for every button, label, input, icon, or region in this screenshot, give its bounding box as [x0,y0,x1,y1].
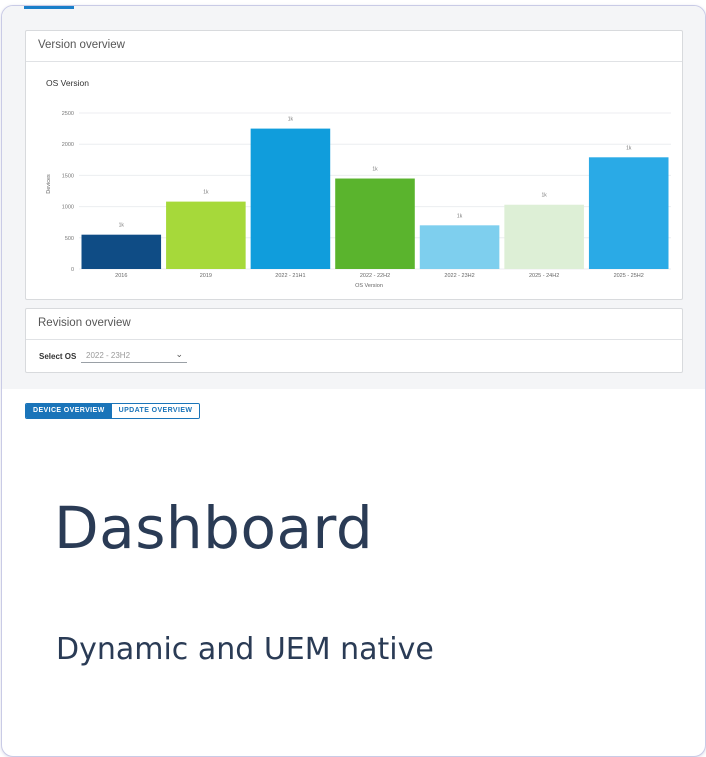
bar-data-label: 1k [372,167,378,173]
x-tick-label: 2019 [200,273,212,279]
bar[interactable] [81,234,162,269]
x-tick-label: 2022 - 22H2 [360,273,390,279]
y-tick-label: 500 [65,236,74,242]
bar-data-label: 1k [119,223,125,229]
feature-card: Version overview OS Version Devices OS V… [1,5,706,757]
x-tick-label: 2025 - 25H2 [614,273,644,279]
bar-data-label: 1k [288,117,294,123]
dashboard-screenshot: Version overview OS Version Devices OS V… [2,6,705,389]
bar[interactable] [588,157,669,269]
bar[interactable] [419,225,500,269]
x-tick-label: 2022 - 21H1 [275,273,305,279]
page-subtitle: Dynamic and UEM native [56,632,434,667]
x-tick-label: 2025 - 24H2 [529,273,559,279]
y-tick-label: 0 [71,267,74,273]
tab-update-overview[interactable]: UPDATE OVERVIEW [111,404,200,418]
bar-data-label: 1k [203,190,209,196]
y-tick-label: 1500 [62,173,74,179]
select-os-value: 2022 - 23H2 [86,351,131,360]
chart-x-axis-label: OS Version [355,283,383,289]
x-tick-label: 2022 - 23H2 [444,273,474,279]
os-version-chart: OS Version Devices OS Version 0 500 1000 15… [46,78,671,289]
bar-data-label: 1k [626,145,632,151]
chart-title: OS Version [46,78,89,88]
tab-device-overview[interactable]: DEVICE OVERVIEW [26,404,112,418]
revision-overview-title: Revision overview [38,317,131,329]
select-os-label: Select OS [39,352,77,361]
y-tick-label: 1000 [62,205,74,211]
bar[interactable] [504,204,584,269]
chart-y-axis-label: Devices [46,174,52,194]
x-tick-label: 2016 [115,273,127,279]
overview-tabs: DEVICE OVERVIEW UPDATE OVERVIEW [25,403,201,419]
bar-data-label: 1k [457,213,463,219]
bar[interactable] [250,128,331,269]
chevron-down-icon: ⌄ [175,349,183,359]
chart-bars [81,128,669,269]
revision-overview-panel: Revision overview Select OS 2022 - 23H2 … [25,308,683,373]
y-tick-label: 2500 [62,111,74,117]
select-os-dropdown[interactable]: 2022 - 23H2 ⌄ [81,349,187,363]
bar[interactable] [335,178,415,269]
panel-divider [26,339,682,340]
active-tab-indicator [24,6,74,9]
bar[interactable] [166,201,246,269]
y-tick-label: 2000 [62,142,74,148]
page-title: Dashboard [54,494,374,562]
chart-y-ticks: 0 500 1000 1500 2000 2500 [62,111,74,273]
chart-x-ticks: 2016 2019 2022 - 21H1 2022 - 22H2 2022 - 23H… [115,273,644,279]
bar-data-label: 1k [542,193,548,199]
version-overview-panel: Version overview OS Version Devices OS V… [25,30,683,300]
